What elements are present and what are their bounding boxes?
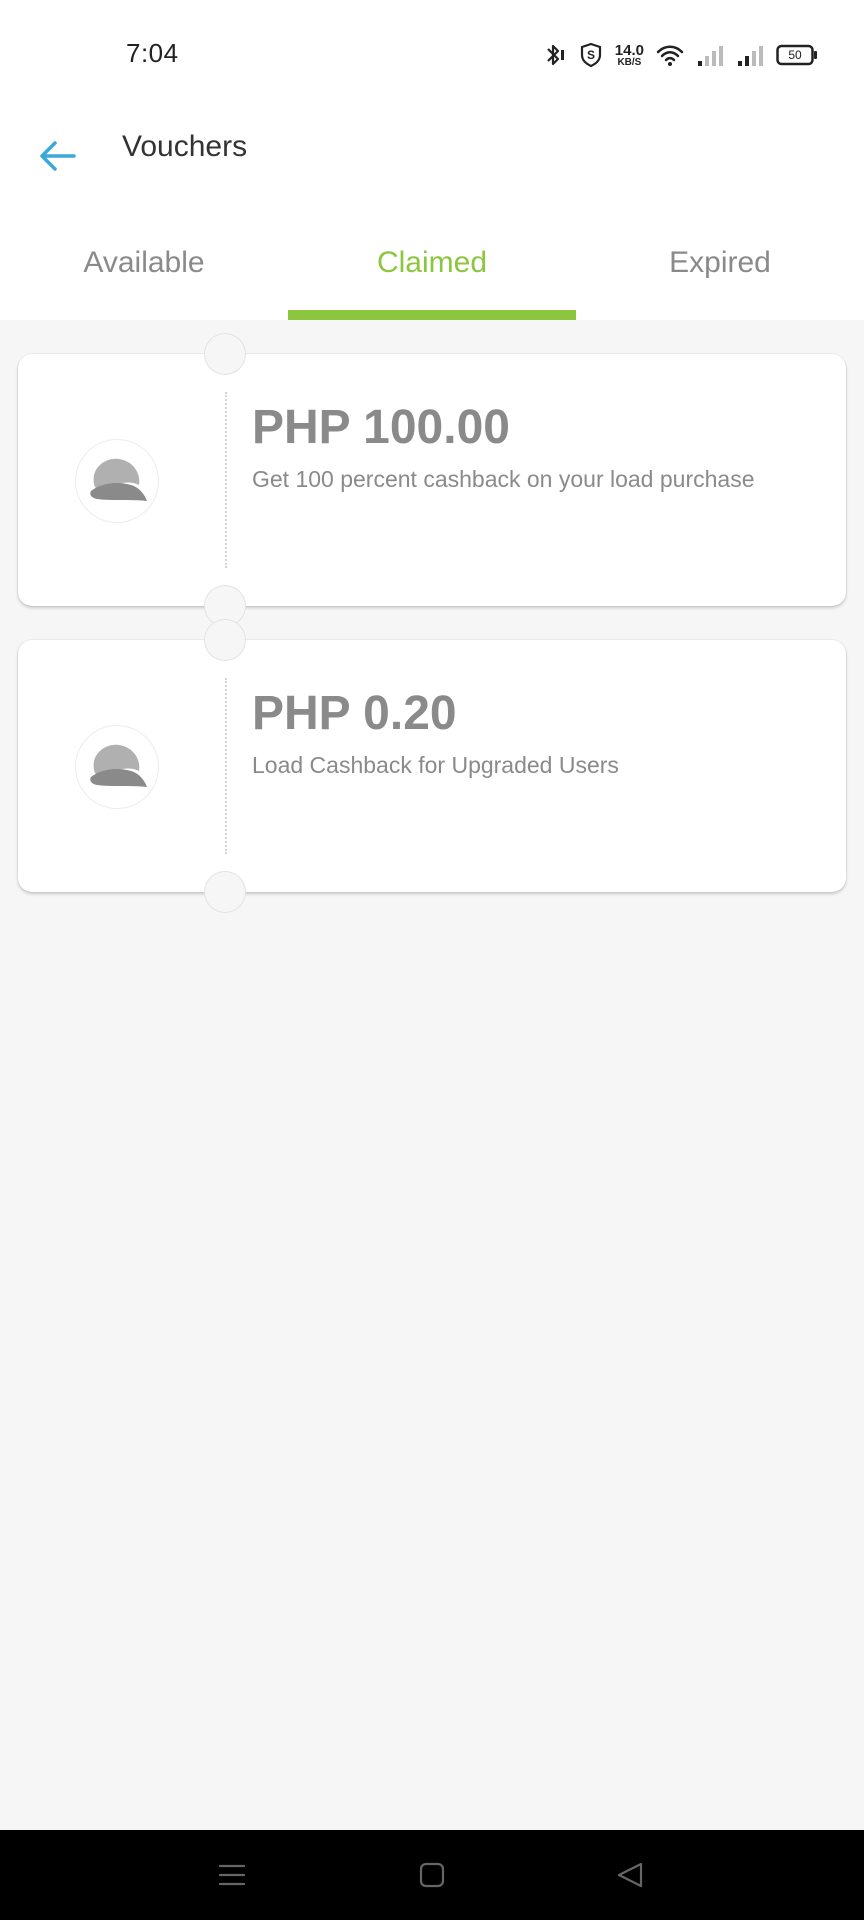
page-title: Vouchers <box>122 130 248 163</box>
tab-claimed[interactable]: Claimed <box>288 230 576 320</box>
status-icons: S 14.0 KB/S 50 <box>541 38 818 72</box>
voucher-description: Load Cashback for Upgraded Users <box>252 752 619 778</box>
svg-text:S: S <box>587 48 595 62</box>
nav-home-button[interactable] <box>407 1850 457 1900</box>
bluetooth-icon <box>541 42 567 68</box>
voucher-amount: PHP 100.00 <box>252 401 510 454</box>
ticket-divider <box>225 392 227 568</box>
wifi-icon <box>656 43 684 67</box>
nav-back-button[interactable] <box>605 1850 655 1900</box>
screen: 7:04 S 14.0 KB/S 50 Vouchers Available C… <box>0 0 864 1920</box>
battery-icon: 50 <box>776 44 818 66</box>
ticket-notch <box>204 333 246 375</box>
voucher-card[interactable]: PHP 100.00 Get 100 percent cashback on y… <box>18 333 846 627</box>
home-square-icon <box>419 1862 445 1888</box>
signal-sim2-icon <box>736 43 764 67</box>
tab-available[interactable]: Available <box>0 230 288 320</box>
status-time: 7:04 <box>126 38 179 68</box>
menu-icon <box>218 1864 246 1886</box>
voucher-description: Get 100 percent cashback on your load pu… <box>252 466 755 492</box>
voucher-tabs: Available Claimed Expired <box>0 230 864 320</box>
voucher-amount: PHP 0.20 <box>252 687 457 740</box>
net-speed-unit: KB/S <box>617 56 642 68</box>
brand-logo-icon <box>76 440 158 522</box>
nav-menu-button[interactable] <box>207 1850 257 1900</box>
system-nav-bar <box>0 1830 864 1920</box>
back-triangle-icon <box>617 1862 643 1888</box>
ticket-notch <box>204 619 246 661</box>
tab-expired[interactable]: Expired <box>576 230 864 320</box>
net-speed: 14.0 KB/S <box>615 43 644 68</box>
brand-logo-icon <box>76 726 158 808</box>
signal-sim1-icon <box>696 43 724 67</box>
shield-s-icon: S <box>579 42 603 68</box>
ticket-notch <box>204 871 246 913</box>
ticket-divider <box>225 678 227 854</box>
battery-level: 50 <box>788 48 802 62</box>
net-speed-value: 14.0 <box>614 41 644 59</box>
back-button[interactable] <box>30 128 86 184</box>
status-bar: 7:04 S 14.0 KB/S 50 <box>0 0 864 110</box>
arrow-left-icon <box>40 141 76 171</box>
voucher-card[interactable]: PHP 0.20 Load Cashback for Upgraded User… <box>18 619 846 913</box>
